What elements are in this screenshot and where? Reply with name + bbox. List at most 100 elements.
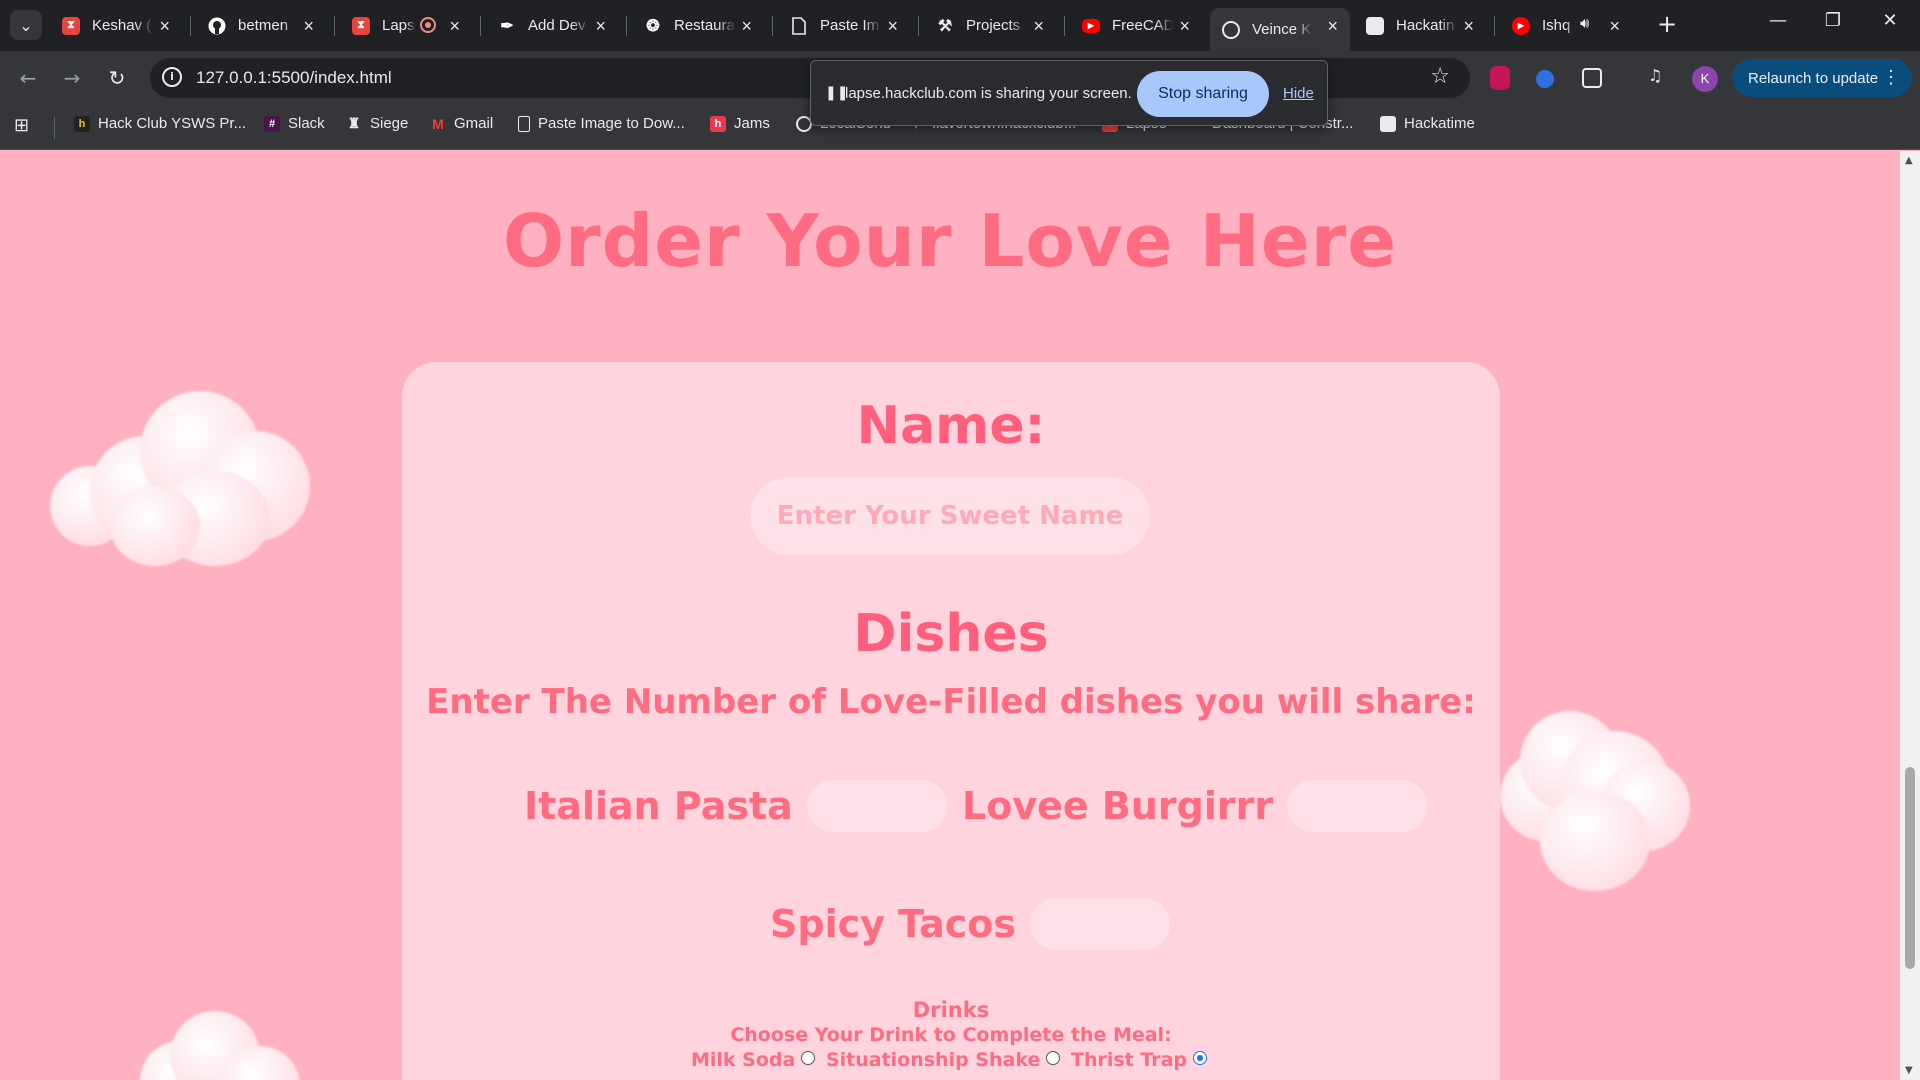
bookmark-jams[interactable]: h Jams: [710, 115, 770, 132]
page-viewport: Order Your Love Here Name: Dishes Enter …: [0, 151, 1900, 1080]
relaunch-label: Relaunch to update: [1748, 69, 1879, 87]
tab-title: Add Dev: [528, 17, 586, 34]
extensions-puzzle-icon[interactable]: [1582, 68, 1602, 88]
close-icon[interactable]: ×: [887, 16, 898, 37]
hide-notice-link[interactable]: Hide: [1283, 85, 1314, 102]
bookmark-label: Gmail: [454, 115, 494, 132]
tab-title: betmen: [238, 17, 289, 34]
audio-playing-icon[interactable]: 🔊︎: [1580, 15, 1589, 32]
scroll-up-arrow-icon[interactable]: ▲: [1905, 155, 1913, 166]
bookmark-slack[interactable]: # Slack: [264, 115, 325, 132]
extension-blue-icon[interactable]: [1536, 70, 1554, 88]
tab-0[interactable]: ⧗ Keshav ( ×: [50, 8, 182, 43]
minimize-button[interactable]: —: [1758, 10, 1798, 31]
page-scrollbar[interactable]: ▲ ▼: [1900, 151, 1920, 1080]
lapse-icon: ⧗: [62, 16, 80, 35]
tab-1[interactable]: betmen ×: [196, 8, 326, 43]
lovee-burgirrr-quantity-input[interactable]: [1287, 780, 1428, 832]
tab-10[interactable]: ▶ Ishq 🔊︎ ×: [1500, 8, 1632, 43]
tab-7[interactable]: ▶ FreeCAD ×: [1070, 8, 1202, 43]
ublock-icon[interactable]: [1490, 66, 1510, 90]
apps-grid-icon[interactable]: ⊞: [14, 115, 29, 136]
tab-title: Projects: [966, 17, 1021, 34]
drinks-heading: Drinks: [912, 998, 990, 1022]
tab-9[interactable]: Hackatin ×: [1354, 8, 1486, 43]
url-text[interactable]: 127.0.0.1:5500/index.html: [196, 68, 392, 88]
gmail-icon: M: [432, 115, 444, 132]
tab-strip: ⌄ ⧗ Keshav ( × betmen × ⧗ Laps × ✒ Add D…: [0, 0, 1920, 51]
dish-label: Italian Pasta: [524, 784, 793, 828]
dishes-prompt: Enter The Number of Love-Filled dishes y…: [426, 682, 1476, 722]
dish-row-lovee-burgirrr: Lovee Burgirrr: [962, 780, 1428, 832]
close-icon[interactable]: ×: [1179, 16, 1190, 37]
tab-5[interactable]: Paste Im ×: [778, 8, 910, 43]
reload-button[interactable]: ↻: [101, 63, 133, 93]
close-icon[interactable]: ×: [741, 16, 752, 37]
tab-title: Paste Im: [820, 17, 880, 34]
relaunch-button[interactable]: Relaunch to update ⋮: [1732, 59, 1912, 97]
bookmark-star-icon[interactable]: ☆: [1430, 64, 1450, 89]
bookmark-label: Hackatime: [1404, 115, 1475, 132]
close-icon[interactable]: ×: [303, 16, 314, 37]
tab-title: Ishq: [1542, 17, 1571, 34]
page-title: Order Your Love Here: [502, 199, 1398, 283]
media-control-icon[interactable]: ♫: [1648, 66, 1672, 90]
tab-title: FreeCAD: [1112, 17, 1174, 34]
profile-avatar[interactable]: K: [1692, 66, 1718, 92]
site-info-icon[interactable]: i: [162, 67, 182, 87]
name-heading: Name:: [856, 396, 1046, 456]
bookmark-hackatime[interactable]: Hackatime: [1380, 115, 1475, 132]
dish-label: Lovee Burgirrr: [962, 784, 1274, 828]
dish-label: Spicy Tacos: [770, 902, 1017, 946]
globe-icon: [1222, 20, 1240, 39]
italian-pasta-quantity-input[interactable]: [806, 780, 947, 832]
drink-label-milk-soda: Milk Soda: [690, 1049, 796, 1071]
forward-button[interactable]: →: [56, 63, 88, 93]
name-input[interactable]: [750, 477, 1150, 555]
close-icon[interactable]: ×: [449, 16, 460, 37]
spicy-tacos-quantity-input[interactable]: [1030, 898, 1171, 950]
tab-title: Keshav (: [92, 17, 152, 34]
bookmark-paste-image[interactable]: Paste Image to Dow...: [518, 115, 685, 132]
openai-icon: ❂: [646, 17, 660, 35]
close-icon[interactable]: ×: [1609, 16, 1620, 37]
situationship-shake-radio[interactable]: [1046, 1051, 1061, 1065]
close-icon[interactable]: ×: [1463, 16, 1474, 37]
recording-icon: [420, 17, 436, 33]
new-tab-button[interactable]: +: [1652, 10, 1682, 38]
stop-sharing-button[interactable]: Stop sharing: [1137, 71, 1269, 117]
hackatime-icon: [1380, 115, 1396, 132]
tab-2[interactable]: ⧗ Laps ×: [340, 8, 472, 43]
bookmark-gmail[interactable]: M Gmail: [430, 115, 493, 132]
thrist-trap-radio[interactable]: [1193, 1051, 1208, 1065]
youtube-icon: ▶: [1082, 18, 1100, 33]
tab-8-active[interactable]: Veince K ×: [1210, 8, 1350, 51]
bookmark-label: Hack Club YSWS Pr...: [98, 115, 247, 132]
drink-label-thrist-trap: Thrist Trap: [1070, 1049, 1188, 1071]
more-menu-icon[interactable]: ⋮: [1882, 67, 1900, 88]
close-icon[interactable]: ×: [159, 16, 170, 37]
dish-row-italian-pasta: Italian Pasta: [524, 780, 947, 832]
tab-search-button[interactable]: ⌄: [10, 10, 42, 40]
dish-row-spicy-tacos: Spicy Tacos: [770, 898, 1171, 950]
milk-soda-radio[interactable]: [801, 1051, 816, 1065]
close-icon[interactable]: ×: [595, 16, 606, 37]
close-icon[interactable]: ×: [1327, 16, 1338, 37]
hackclub-icon: h: [74, 115, 90, 132]
youtube-music-icon: ▶: [1512, 16, 1530, 35]
close-window-button[interactable]: ✕: [1870, 10, 1910, 31]
drink-label-situationship-shake: Situationship Shake: [825, 1049, 1041, 1071]
close-icon[interactable]: ×: [1033, 16, 1044, 37]
bookmark-siege[interactable]: ♜ Siege: [346, 115, 409, 132]
bookmark-hack-club-ysws[interactable]: h Hack Club YSWS Pr...: [74, 115, 246, 132]
tab-4[interactable]: ❂ Restaura ×: [632, 8, 764, 43]
slack-icon: #: [264, 115, 280, 132]
bookmark-label: Paste Image to Dow...: [538, 115, 685, 132]
restore-button[interactable]: ❐: [1813, 10, 1853, 31]
back-button[interactable]: ←: [12, 63, 44, 93]
tab-3[interactable]: ✒ Add Dev ×: [486, 8, 618, 43]
scroll-down-arrow-icon[interactable]: ▼: [1905, 1065, 1913, 1076]
quill-icon: ✒: [500, 17, 514, 35]
tab-6[interactable]: ⚒ Projects ×: [924, 8, 1056, 43]
scrollbar-thumb[interactable]: [1905, 767, 1915, 969]
